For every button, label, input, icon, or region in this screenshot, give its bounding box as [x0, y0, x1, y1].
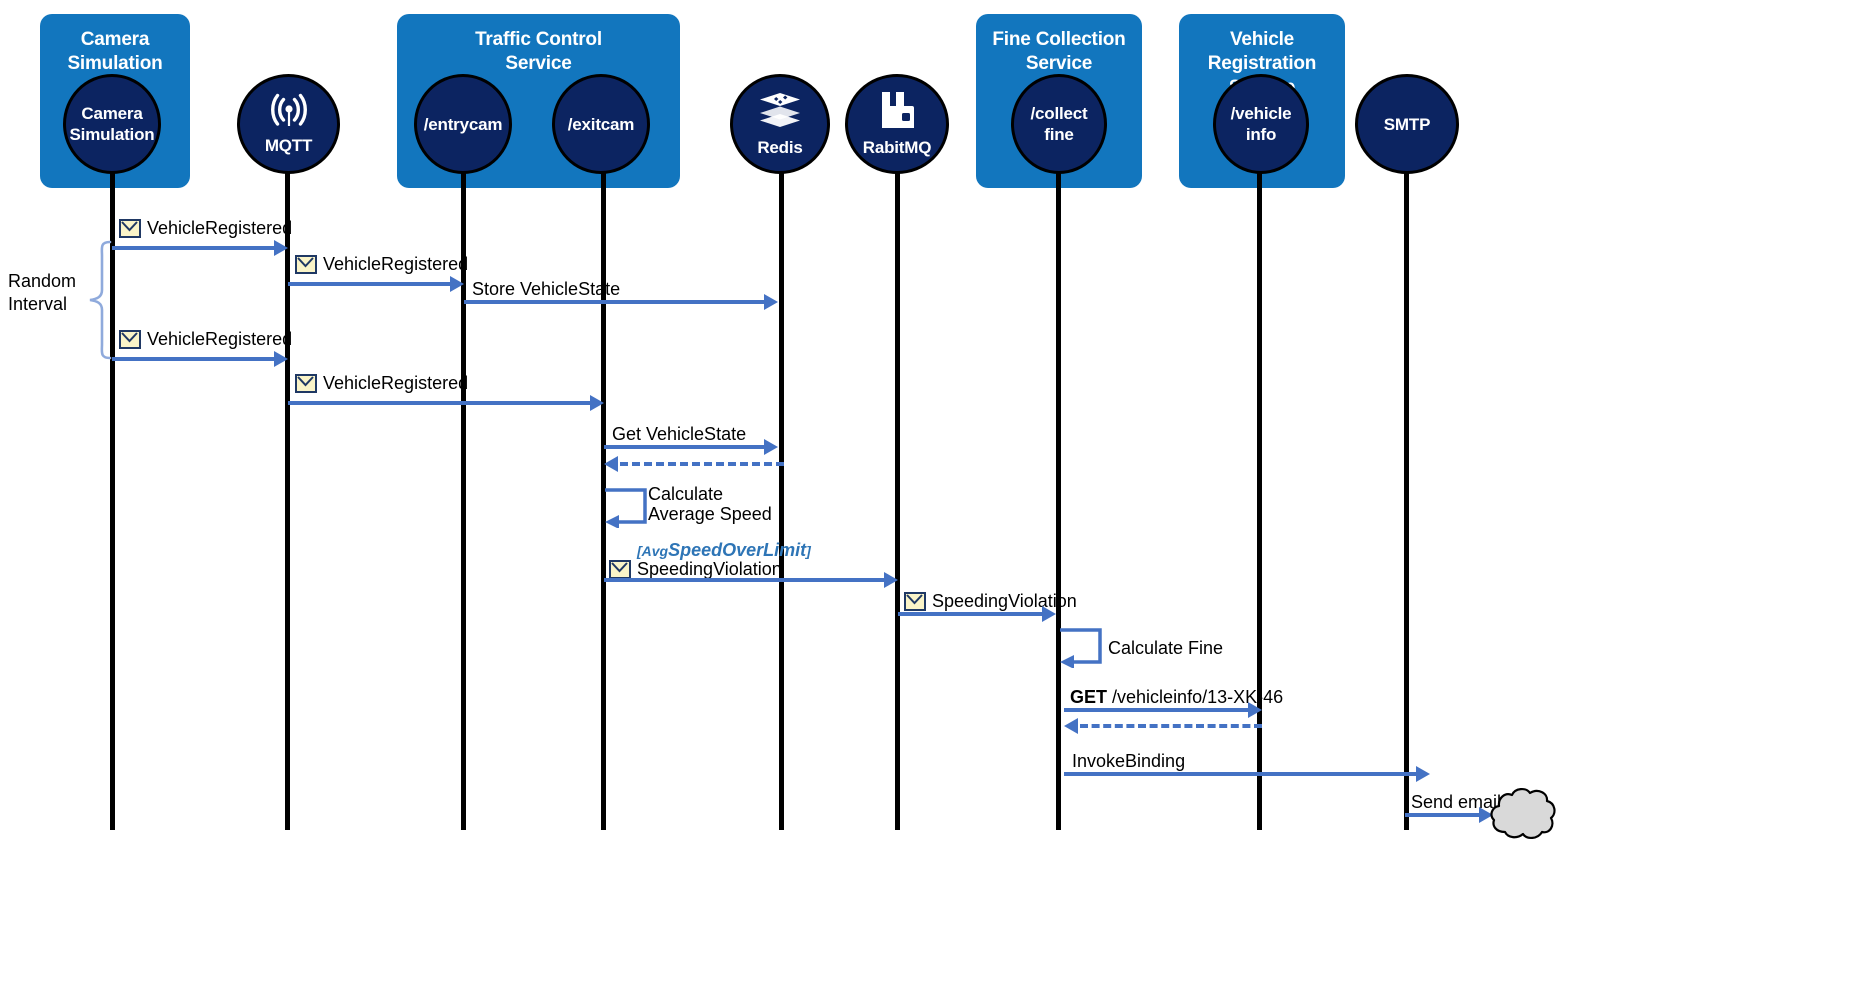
message-label-m9: SpeedingViolation — [637, 559, 782, 579]
self-call-m8 — [603, 488, 653, 533]
envelope-icon — [119, 330, 141, 349]
arrow-head-m2 — [450, 276, 464, 292]
envelope-icon — [295, 255, 317, 274]
message-label-m8: Calculate Average Speed — [648, 484, 772, 524]
node-label-rabbitmq: RabitMQ — [862, 138, 932, 157]
message-arrow-m4 — [112, 357, 276, 361]
http-method-label: GET — [1070, 687, 1108, 707]
message-label-m11: Calculate Fine — [1108, 638, 1224, 658]
node-exitcam[interactable]: /exitcam — [552, 74, 650, 174]
internet-cloud-icon — [1489, 786, 1557, 847]
message-label-m2: VehicleRegistered — [323, 254, 469, 274]
node-label-mqtt: MQTT — [264, 136, 313, 155]
envelope-icon — [295, 374, 317, 393]
node-entrycam[interactable]: /entrycam — [414, 74, 512, 174]
group-title-fine-collection: Fine Collection Service — [992, 29, 1126, 74]
message-label-m5: VehicleRegistered — [323, 373, 469, 393]
message-arrow-m9 — [604, 578, 886, 582]
message-arrow-m15 — [1405, 813, 1481, 817]
node-mqtt[interactable]: MQTT — [237, 74, 340, 174]
guard-main: SpeedOverLimit — [668, 540, 807, 560]
node-label-smtp: SMTP — [1383, 114, 1431, 134]
envelope-icon — [609, 560, 631, 579]
message-arrow-m10 — [898, 612, 1044, 616]
message-label-m3: Store VehicleState — [472, 279, 621, 299]
lifeline-rabbitmq — [895, 150, 900, 830]
node-label-entrycam: /entrycam — [423, 114, 503, 134]
lifeline-vehicleinfo — [1257, 150, 1262, 830]
guard-prefix: [Avg — [637, 543, 669, 559]
arrow-head-m10 — [1042, 606, 1056, 622]
lifeline-entrycam — [461, 150, 466, 830]
message-arrow-m14 — [1064, 772, 1418, 776]
node-label-collectfine: /collect fine — [1030, 104, 1088, 144]
arrow-head-m3 — [764, 294, 778, 310]
lifeline-collectfine — [1056, 150, 1061, 830]
message-arrow-m2 — [288, 282, 452, 286]
group-title-traffic-control: Traffic Control Service — [475, 29, 602, 74]
arrow-head-m6 — [764, 439, 778, 455]
lifeline-smtp — [1404, 150, 1409, 830]
sequence-diagram-canvas: Camera Simulation Traffic Control Servic… — [0, 0, 1860, 1007]
message-arrow-m1 — [112, 246, 276, 250]
random-interval-brace — [84, 240, 114, 365]
node-label-vehicleinfo: /vehicle info — [1230, 104, 1292, 144]
message-arrow-m5 — [288, 401, 592, 405]
message-arrow-m6 — [604, 445, 766, 449]
message-label-m6: Get VehicleState — [612, 424, 747, 444]
node-smtp[interactable]: SMTP — [1355, 74, 1459, 174]
node-rabbitmq[interactable]: RabitMQ — [845, 74, 949, 174]
message-label-m4: VehicleRegistered — [147, 329, 293, 349]
arrow-head-m12 — [1248, 702, 1262, 718]
node-label-camera-simulation: Camera Simulation — [69, 104, 155, 144]
node-camera-simulation[interactable]: Camera Simulation — [63, 74, 161, 174]
arrow-head-m13 — [1064, 718, 1078, 734]
envelope-icon — [119, 219, 141, 238]
arrow-head-m4 — [274, 351, 288, 367]
rabbitmq-icon — [878, 90, 916, 135]
message-arrow-m12 — [1064, 708, 1250, 712]
message-arrow-m7-return — [620, 462, 784, 466]
node-collectfine[interactable]: /collect fine — [1011, 74, 1107, 174]
arrow-head-m9 — [884, 572, 898, 588]
node-vehicleinfo[interactable]: /vehicle info — [1213, 74, 1309, 174]
self-call-m11 — [1058, 628, 1108, 673]
message-label-m14: InvokeBinding — [1072, 751, 1186, 771]
node-label-exitcam: /exitcam — [567, 114, 635, 134]
group-title-camera-simulation: Camera Simulation — [67, 29, 163, 74]
arrow-head-m14 — [1416, 766, 1430, 782]
message-arrow-m13-return — [1080, 724, 1262, 728]
message-arrow-m3 — [464, 300, 766, 304]
node-redis[interactable]: Redis — [730, 74, 830, 174]
guard-suffix: ] — [806, 543, 811, 559]
arrow-head-m5 — [590, 395, 604, 411]
arrow-head-m7 — [604, 456, 618, 472]
node-label-redis: Redis — [757, 138, 803, 157]
random-interval-label: Random Interval — [8, 271, 77, 314]
envelope-icon — [904, 592, 926, 611]
message-label-m1: VehicleRegistered — [147, 218, 293, 238]
arrow-head-m1 — [274, 240, 288, 256]
mqtt-broadcast-icon — [265, 92, 313, 133]
redis-stack-icon — [758, 90, 802, 135]
